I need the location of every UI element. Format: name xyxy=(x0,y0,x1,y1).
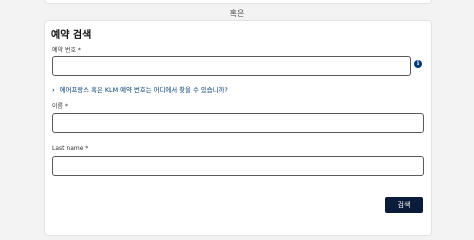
previous-card-edge xyxy=(44,0,432,4)
required-mark: * xyxy=(85,145,89,152)
info-icon[interactable]: i xyxy=(414,60,422,68)
last-name-label: Last name * xyxy=(52,145,88,152)
or-divider: 혹은 xyxy=(229,9,245,18)
form-title: 예약 검색 xyxy=(51,30,92,41)
booking-code-input[interactable] xyxy=(52,56,411,76)
booking-code-label-text: 예약 번호 xyxy=(52,47,76,54)
required-mark: * xyxy=(77,47,81,54)
booking-code-label: 예약 번호 * xyxy=(52,45,81,54)
first-name-label: 이름 * xyxy=(52,101,68,110)
booking-search-card: 예약 검색 예약 번호 * i › 에어프랑스 혹은 KLM 예약 번호는 어디에… xyxy=(44,20,432,236)
first-name-input[interactable] xyxy=(52,113,424,133)
chevron-right-icon: › xyxy=(52,86,55,94)
required-mark: * xyxy=(64,103,68,110)
booking-code-help-link[interactable]: › 에어프랑스 혹은 KLM 예약 번호는 어디에서 찾을 수 있습니까? xyxy=(52,85,228,94)
last-name-label-text: Last name xyxy=(52,145,84,152)
search-button[interactable]: 검색 xyxy=(385,197,423,213)
help-link-text: 에어프랑스 혹은 KLM 예약 번호는 어디에서 찾을 수 있습니까? xyxy=(59,86,228,94)
first-name-label-text: 이름 xyxy=(52,103,64,110)
last-name-input[interactable] xyxy=(52,156,424,176)
